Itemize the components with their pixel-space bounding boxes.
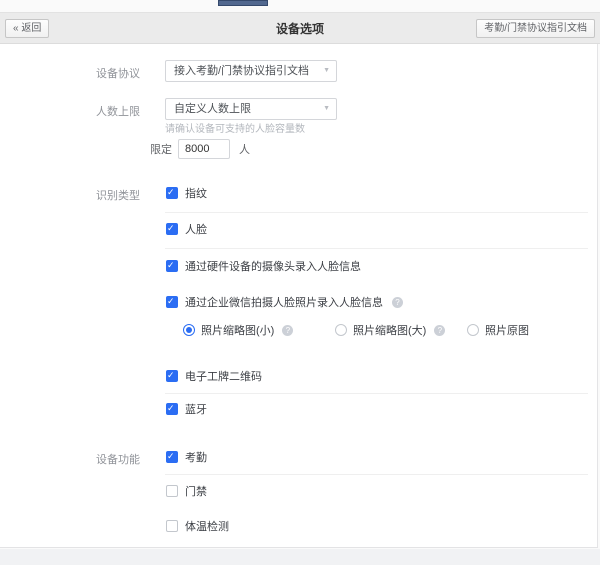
checkmark-icon: ✓ [167, 259, 175, 272]
radio-label[interactable]: 照片原图 [485, 322, 529, 338]
divider [165, 248, 588, 249]
capacity-hint: 请确认设备可支持的人脸容量数 [165, 120, 305, 135]
checkbox-row-temperature: ✓ 体温检测 [166, 519, 229, 533]
checkmark-icon: ✓ [167, 450, 175, 463]
recognition-label: 识别类型 [96, 187, 140, 203]
capacity-label: 人数上限 [96, 103, 140, 119]
checkbox-label[interactable]: 考勤 [185, 449, 207, 465]
checkmark-icon: ✓ [167, 222, 175, 235]
fingerprint-checkbox[interactable]: ✓ [166, 187, 178, 199]
checkbox-row-hardware-camera: ✓ 通过硬件设备的摄像头录入人脸信息 [166, 259, 361, 273]
checkbox-label[interactable]: 蓝牙 [185, 401, 207, 417]
badge-qrcode-checkbox[interactable]: ✓ [166, 370, 178, 382]
limit-label: 限定 [150, 141, 172, 157]
page-header: « 返回 设备选项 考勤/门禁协议指引文档 [0, 12, 600, 44]
device-options-page: « 返回 设备选项 考勤/门禁协议指引文档 设备协议 接入考勤/门禁协议指引文档… [0, 0, 600, 565]
checkbox-row-fingerprint: ✓ 指纹 [166, 186, 207, 200]
device-protocol-label: 设备协议 [96, 65, 140, 81]
back-button[interactable]: « 返回 [5, 19, 49, 38]
limit-row: 限定 人 [150, 139, 250, 159]
capacity-select[interactable]: 自定义人数上限 ▼ [165, 98, 337, 120]
functions-label: 设备功能 [96, 451, 140, 467]
limit-unit: 人 [239, 141, 250, 157]
form-content: 设备协议 接入考勤/门禁协议指引文档 ▼ 人数上限 自定义人数上限 ▼ 请确认设… [0, 44, 598, 548]
attendance-checkbox[interactable]: ✓ [166, 451, 178, 463]
checkbox-label[interactable]: 门禁 [185, 483, 207, 499]
help-icon[interactable]: ? [282, 325, 293, 336]
caret-down-icon: ▼ [323, 99, 330, 119]
help-icon[interactable]: ? [392, 297, 403, 308]
photo-thumb-small-radio[interactable] [183, 324, 195, 336]
checkbox-label[interactable]: 体温检测 [185, 518, 229, 534]
checkbox-row-access-control: ✓ 门禁 [166, 484, 207, 498]
checkbox-row-badge-qrcode: ✓ 电子工牌二维码 [166, 369, 262, 383]
radio-photo-thumb-small: 照片缩略图(小) ? [183, 323, 293, 337]
checkbox-label[interactable]: 通过企业微信拍摄人脸照片录入人脸信息 [185, 294, 383, 310]
radio-photo-original: 照片原图 [467, 323, 529, 337]
radio-label[interactable]: 照片缩略图(大) [353, 322, 426, 338]
photo-original-radio[interactable] [467, 324, 479, 336]
limit-input[interactable] [178, 139, 230, 159]
device-protocol-select[interactable]: 接入考勤/门禁协议指引文档 ▼ [165, 60, 337, 82]
checkmark-icon: ✓ [167, 402, 175, 415]
checkbox-row-bluetooth: ✓ 蓝牙 [166, 402, 207, 416]
page-footer [0, 549, 600, 565]
checkmark-icon: ✓ [167, 186, 175, 199]
bluetooth-checkbox[interactable]: ✓ [166, 403, 178, 415]
checkbox-row-attendance: ✓ 考勤 [166, 450, 207, 464]
page-title: 设备选项 [100, 13, 500, 45]
checkmark-icon: ✓ [167, 369, 175, 382]
temperature-checkbox[interactable]: ✓ [166, 520, 178, 532]
divider [165, 393, 588, 394]
checkbox-label[interactable]: 电子工牌二维码 [185, 368, 262, 384]
checkbox-label[interactable]: 通过硬件设备的摄像头录入人脸信息 [185, 258, 361, 274]
protocol-doc-button[interactable]: 考勤/门禁协议指引文档 [476, 19, 595, 38]
device-protocol-value: 接入考勤/门禁协议指引文档 [166, 61, 336, 81]
wechat-photo-checkbox[interactable]: ✓ [166, 296, 178, 308]
hardware-camera-checkbox[interactable]: ✓ [166, 260, 178, 272]
checkbox-label[interactable]: 人脸 [185, 221, 207, 237]
radio-photo-thumb-large: 照片缩略图(大) ? [335, 323, 445, 337]
help-icon[interactable]: ? [434, 325, 445, 336]
radio-label[interactable]: 照片缩略图(小) [201, 322, 274, 338]
face-checkbox[interactable]: ✓ [166, 223, 178, 235]
photo-thumb-large-radio[interactable] [335, 324, 347, 336]
checkmark-icon: ✓ [167, 295, 175, 308]
checkbox-row-wechat-photo: ✓ 通过企业微信拍摄人脸照片录入人脸信息 ? [166, 295, 403, 309]
caret-down-icon: ▼ [323, 61, 330, 81]
top-scroll-indicator [218, 0, 268, 6]
checkbox-row-face: ✓ 人脸 [166, 222, 207, 236]
access-control-checkbox[interactable]: ✓ [166, 485, 178, 497]
checkbox-label[interactable]: 指纹 [185, 185, 207, 201]
divider [165, 212, 588, 213]
divider [165, 474, 588, 475]
capacity-value: 自定义人数上限 [166, 99, 336, 119]
